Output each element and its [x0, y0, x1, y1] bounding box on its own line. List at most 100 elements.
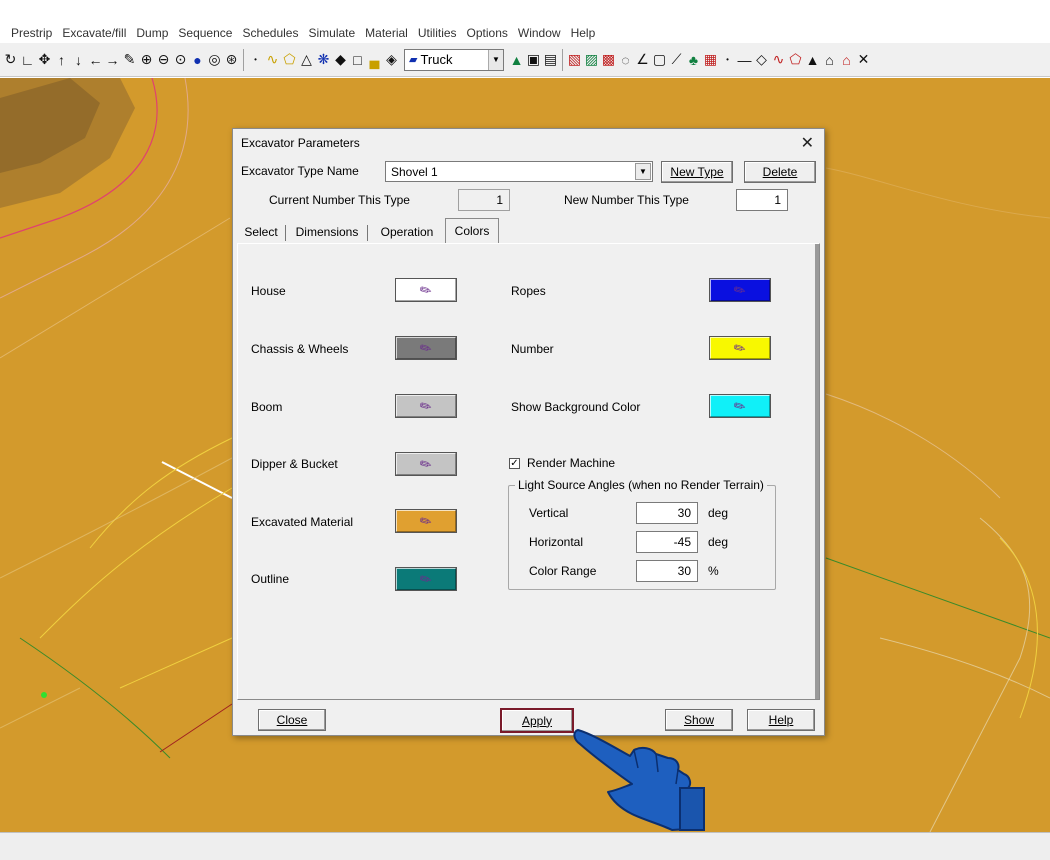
status-bar: [0, 832, 1050, 860]
box-tool-icon[interactable]: ▢: [651, 49, 668, 71]
angle-tool-icon[interactable]: ∠: [634, 49, 651, 71]
dialog-close-icon[interactable]: ✕: [801, 133, 814, 153]
grid-icon[interactable]: ❋: [315, 49, 332, 71]
toolbar-separator: [243, 48, 244, 71]
section-icon[interactable]: ▩: [600, 49, 617, 71]
layer-icon[interactable]: ▨: [583, 49, 600, 71]
tab-dimensions[interactable]: Dimensions: [289, 221, 365, 243]
current-number-label: Current Number This Type: [269, 193, 410, 207]
dragline-icon[interactable]: ▣: [525, 49, 542, 71]
zoom-in-icon[interactable]: ⊕: [138, 49, 155, 71]
menu-bar: Prestrip Excavate/fill Dump Sequence Sch…: [0, 24, 1050, 42]
render-machine-label: Render Machine: [527, 456, 616, 470]
type-name-label: Excavator Type Name: [241, 164, 359, 178]
close-icon[interactable]: ✕: [855, 49, 872, 71]
toolbar: ↻ ∟ ✥ ↑ ↓ ← → ✎ ⊕ ⊖ ⊙ ● ◎ ⊛ • ∿ ⬠ △ ❋ ◆ …: [0, 43, 1050, 77]
dialog-title: Excavator Parameters: [241, 136, 360, 150]
new-type-button[interactable]: New Type: [661, 161, 733, 183]
toolbar-separator: [562, 48, 563, 71]
new-number-field[interactable]: 1: [736, 189, 788, 211]
arrow-left-icon[interactable]: ←: [87, 49, 104, 71]
report-icon[interactable]: ▦: [702, 49, 719, 71]
delete-button[interactable]: Delete: [744, 161, 816, 183]
color-range-unit: %: [708, 564, 719, 578]
tab-operation[interactable]: Operation: [371, 221, 443, 243]
color-range-label: Color Range: [529, 564, 597, 578]
shovel-icon[interactable]: ▲: [508, 49, 525, 71]
wave-icon[interactable]: ∿: [770, 49, 787, 71]
line-icon[interactable]: —: [736, 49, 753, 71]
chevron-down-icon[interactable]: ▼: [635, 163, 651, 180]
color-range-field[interactable]: 30: [636, 560, 698, 582]
polygon-icon[interactable]: ⬠: [281, 49, 298, 71]
tree-icon[interactable]: ♣: [685, 49, 702, 71]
menu-dump[interactable]: Dump: [131, 26, 173, 40]
menu-window[interactable]: Window: [513, 26, 566, 40]
move-icon[interactable]: ✥: [36, 49, 53, 71]
sphere-icon[interactable]: ●: [189, 49, 206, 71]
zoom-out-icon[interactable]: ⊖: [155, 49, 172, 71]
rectangle-icon[interactable]: □: [349, 49, 366, 71]
compass-icon[interactable]: ◈: [383, 49, 400, 71]
polyline-icon[interactable]: ∿: [264, 49, 281, 71]
rotate-icon[interactable]: ↻: [2, 49, 19, 71]
equipment-select[interactable]: ▰ Truck ▼: [404, 48, 504, 71]
chevron-down-icon[interactable]: ▼: [488, 49, 503, 70]
tab-select[interactable]: Select: [241, 221, 281, 243]
mountain-icon[interactable]: ▲: [804, 49, 821, 71]
arrow-right-icon[interactable]: →: [104, 49, 121, 71]
tab-divider: [285, 225, 286, 241]
arrow-up-icon[interactable]: ↑: [53, 49, 70, 71]
menu-prestrip[interactable]: Prestrip: [0, 26, 57, 40]
home-icon[interactable]: ⌂: [821, 49, 838, 71]
point-icon[interactable]: •: [247, 49, 264, 71]
close-button[interactable]: Close: [258, 709, 326, 731]
apply-button[interactable]: Apply: [500, 708, 574, 733]
menu-utilities[interactable]: Utilities: [413, 26, 462, 40]
target-icon[interactable]: ◎: [206, 49, 223, 71]
home-alt-icon[interactable]: ⌂: [838, 49, 855, 71]
render-machine-checkbox[interactable]: ✓: [509, 458, 520, 469]
horizontal-angle-field[interactable]: -45: [636, 531, 698, 553]
dozer-icon[interactable]: ▤: [542, 49, 559, 71]
circle-tool-icon[interactable]: ◌: [617, 49, 634, 71]
menu-sequence[interactable]: Sequence: [173, 26, 237, 40]
vertical-angle-field[interactable]: 30: [636, 502, 698, 524]
truck-icon: ▰: [409, 54, 418, 66]
menu-material[interactable]: Material: [360, 26, 413, 40]
bar-chart-icon[interactable]: ▄: [366, 49, 383, 71]
tab-divider: [367, 225, 368, 241]
menu-schedules[interactable]: Schedules: [237, 26, 303, 40]
zoom-window-icon[interactable]: ⊙: [172, 49, 189, 71]
equipment-select-value: Truck: [420, 52, 453, 67]
menu-help[interactable]: Help: [566, 26, 601, 40]
current-number-field: 1: [458, 189, 510, 211]
menu-simulate[interactable]: Simulate: [303, 26, 360, 40]
dialog-footer: Close Apply Show Help: [232, 702, 825, 736]
angle-icon[interactable]: ∟: [19, 49, 36, 71]
diamond-icon[interactable]: ◆: [332, 49, 349, 71]
pencil-icon[interactable]: ✎: [121, 49, 138, 71]
colors-tab-extras: ✓ Render Machine Light Source Angles (wh…: [236, 242, 819, 699]
pointing-hand-icon: [573, 729, 705, 831]
horizontal-label: Horizontal: [529, 535, 584, 549]
horizontal-unit: deg: [708, 535, 729, 549]
menu-excavate-fill[interactable]: Excavate/fill: [57, 26, 131, 40]
tab-colors[interactable]: Colors: [445, 218, 499, 243]
zoom-extents-icon[interactable]: ⊛: [223, 49, 240, 71]
vertical-label: Vertical: [529, 506, 569, 520]
menu-options[interactable]: Options: [462, 26, 513, 40]
diamond-outline-icon[interactable]: ◇: [753, 49, 770, 71]
arrow-down-icon[interactable]: ↓: [70, 49, 87, 71]
new-number-label: New Number This Type: [564, 193, 689, 207]
excavator-type-select[interactable]: Shovel 1 ▼: [385, 161, 653, 182]
pentagon-icon[interactable]: ⬠: [787, 49, 804, 71]
dot-icon[interactable]: •: [719, 49, 736, 71]
triangle-icon[interactable]: △: [298, 49, 315, 71]
light-source-group: Light Source Angles (when no Render Terr…: [508, 478, 776, 590]
view-icon[interactable]: ▧: [566, 49, 583, 71]
top-blank-area: [0, 0, 1050, 24]
help-button[interactable]: Help: [747, 709, 815, 731]
line-tool-icon[interactable]: ⟋: [668, 49, 685, 71]
excavator-type-value: Shovel 1: [391, 165, 438, 179]
